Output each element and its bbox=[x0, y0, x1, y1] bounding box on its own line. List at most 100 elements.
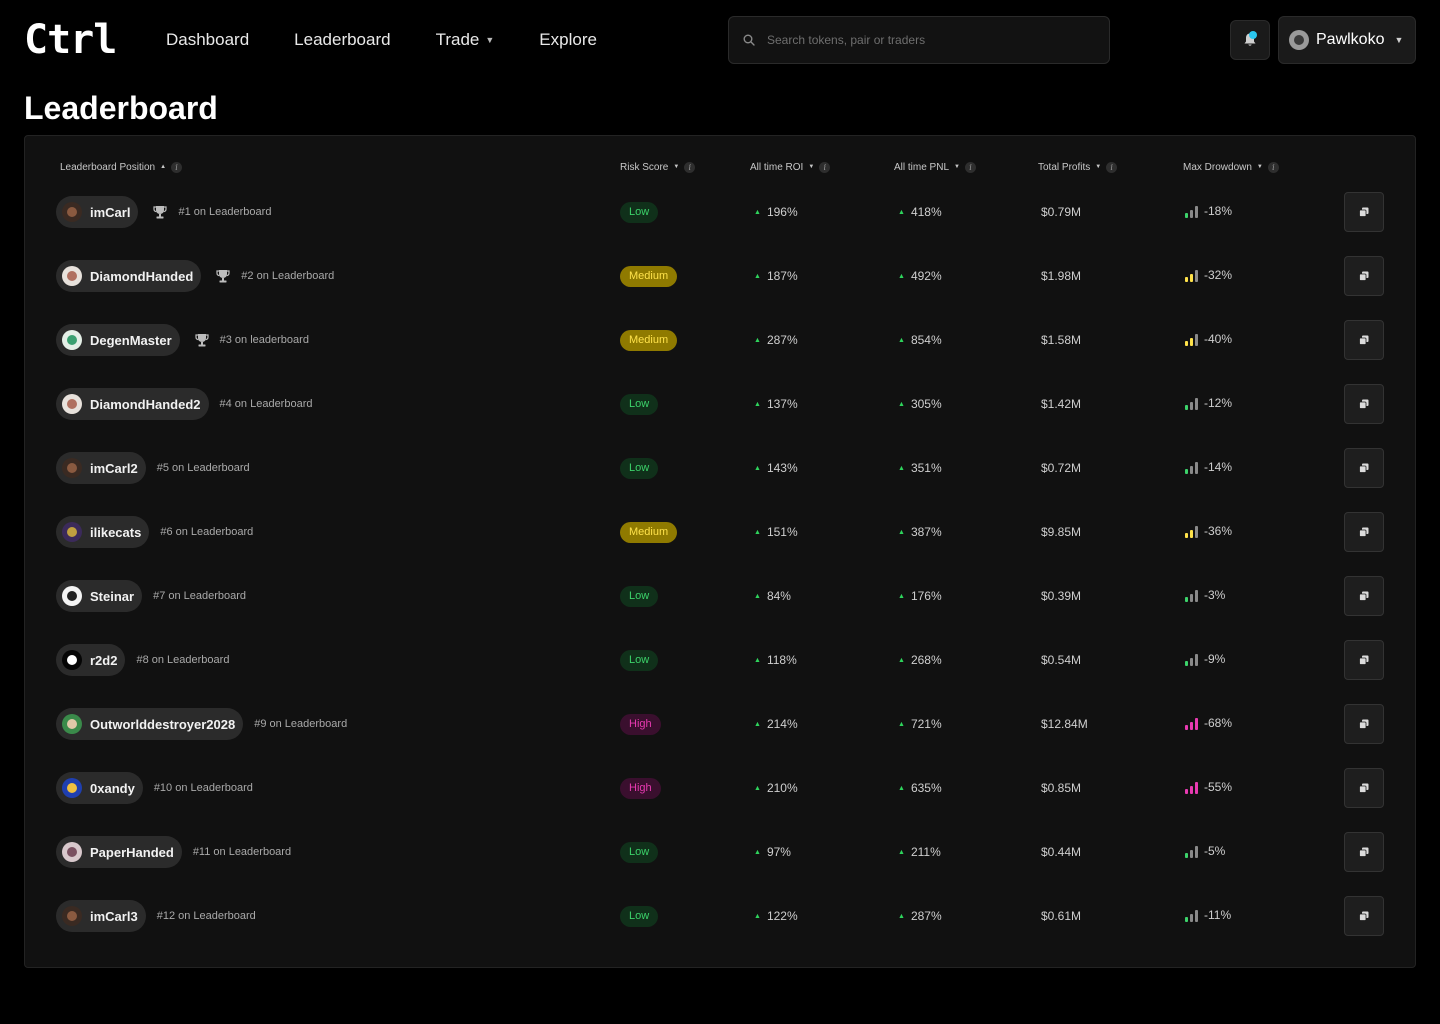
info-icon[interactable]: i bbox=[819, 161, 831, 173]
drawdown-cell: -40% bbox=[1185, 332, 1232, 346]
pnl-cell: ▲ 287% bbox=[898, 909, 942, 923]
table-row[interactable]: DiamondHanded2 #4 on Leaderboard Low ▲ 137% ▲… bbox=[25, 384, 1417, 424]
rank-label: #1 on Leaderboard bbox=[178, 206, 272, 218]
copy-icon bbox=[1359, 527, 1369, 537]
trader-chip[interactable]: r2d2 bbox=[56, 644, 126, 676]
nav-trade-label: Trade bbox=[435, 30, 480, 49]
nav-explore[interactable]: Explore bbox=[539, 28, 597, 52]
rank-label: #9 on Leaderboard bbox=[254, 718, 348, 730]
pnl-cell: ▲ 351% bbox=[898, 461, 942, 475]
rank-label: #10 on Leaderboard bbox=[153, 782, 253, 794]
pnl-cell: ▲ 492% bbox=[898, 269, 942, 283]
profits-value: $12.84M bbox=[1041, 717, 1088, 731]
profits-value: $1.58M bbox=[1041, 333, 1082, 347]
profits-value: $0.85M bbox=[1041, 781, 1082, 795]
trader-avatar bbox=[62, 906, 82, 926]
position-cell: Steinar #7 on Leaderboard bbox=[56, 576, 246, 616]
table-row[interactable]: PaperHanded #11 on Leaderboard Low ▲ 97% ▲ 211… bbox=[25, 832, 1417, 872]
arrow-up-icon: ▲ bbox=[754, 720, 761, 728]
arrow-up-icon: ▲ bbox=[754, 912, 761, 920]
arrow-up-icon: ▲ bbox=[754, 464, 761, 472]
drawdown-value: -55% bbox=[1204, 780, 1233, 794]
header-max-drawdown[interactable]: Max Drowdown ▼ i bbox=[1183, 160, 1279, 174]
trader-chip[interactable]: 0xandy bbox=[56, 772, 143, 804]
trader-chip[interactable]: PaperHanded bbox=[56, 836, 182, 868]
position-cell: imCarl #1 on Leaderboard bbox=[56, 192, 271, 232]
header-label: Total Profits bbox=[1038, 161, 1091, 173]
info-icon[interactable]: i bbox=[171, 161, 183, 173]
trader-chip[interactable]: Outworlddestroyer2028 bbox=[56, 708, 244, 740]
copy-icon bbox=[1359, 847, 1369, 857]
trader-chip[interactable]: Steinar bbox=[56, 580, 143, 612]
table-row[interactable]: imCarl3 #12 on Leaderboard Low ▲ 122% ▲ 287% $0… bbox=[25, 896, 1417, 936]
chevron-down-icon: ▼ bbox=[485, 35, 495, 45]
nav-trade[interactable]: Trade ▼ bbox=[436, 28, 495, 52]
rank-label: #5 on Leaderboard bbox=[156, 462, 250, 474]
profits-value: $0.79M bbox=[1041, 205, 1082, 219]
trader-chip[interactable]: imCarl bbox=[56, 196, 139, 228]
table-row[interactable]: 0xandy #10 on Leaderboard High ▲ 210% ▲ 635% $0… bbox=[25, 768, 1417, 808]
trader-chip[interactable]: DiamondHanded bbox=[56, 260, 202, 292]
header-total-profits[interactable]: Total Profits ▼ i bbox=[1038, 160, 1118, 174]
table-row[interactable]: r2d2 #8 on Leaderboard Low ▲ 118% ▲ 268% $0.54M… bbox=[25, 640, 1417, 680]
copy-trader-button[interactable] bbox=[1344, 192, 1384, 232]
trader-chip[interactable]: imCarl3 bbox=[56, 900, 146, 932]
copy-trader-button[interactable] bbox=[1344, 384, 1384, 424]
position-cell: imCarl2 #5 on Leaderboard bbox=[56, 448, 250, 488]
copy-trader-button[interactable] bbox=[1344, 512, 1384, 552]
copy-trader-button[interactable] bbox=[1344, 320, 1384, 360]
copy-trader-button[interactable] bbox=[1344, 832, 1384, 872]
search-input[interactable] bbox=[767, 33, 1087, 47]
table-row[interactable]: DegenMaster #3 on leaderboard Medium ▲ 287% ▲… bbox=[25, 320, 1417, 360]
info-icon[interactable]: i bbox=[1267, 161, 1279, 173]
roi-cell: ▲ 118% bbox=[754, 653, 797, 667]
header-label: All time ROI bbox=[750, 161, 804, 173]
table-row[interactable]: imCarl2 #5 on Leaderboard Low ▲ 143% ▲ 351% $0.… bbox=[25, 448, 1417, 488]
roi-value: 137% bbox=[766, 397, 798, 411]
risk-badge: Medium bbox=[620, 522, 678, 543]
trader-name: Outworlddestroyer2028 bbox=[90, 716, 236, 732]
nav-leaderboard[interactable]: Leaderboard bbox=[294, 28, 390, 52]
table-row[interactable]: imCarl #1 on Leaderboard Low ▲ 196% ▲ 418% $0.7… bbox=[25, 192, 1417, 232]
header-all-time-pnl[interactable]: All time PNL ▼ i bbox=[894, 160, 976, 174]
notifications-button[interactable] bbox=[1230, 20, 1270, 60]
trader-chip[interactable]: imCarl2 bbox=[56, 452, 146, 484]
copy-trader-button[interactable] bbox=[1344, 768, 1384, 808]
header-leaderboard-position[interactable]: Leaderboard Position ▲ i bbox=[60, 160, 183, 174]
copy-icon bbox=[1359, 911, 1369, 921]
trader-chip[interactable]: ilikecats bbox=[56, 516, 150, 548]
roi-cell: ▲ 122% bbox=[754, 909, 798, 923]
copy-trader-button[interactable] bbox=[1344, 640, 1384, 680]
app-logo[interactable]: Ctrl bbox=[24, 20, 117, 60]
nav-leaderboard-label: Leaderboard bbox=[294, 30, 391, 49]
table-row[interactable]: ilikecats #6 on Leaderboard Medium ▲ 151% ▲ 38… bbox=[25, 512, 1417, 552]
copy-trader-button[interactable] bbox=[1344, 576, 1384, 616]
trader-avatar bbox=[62, 330, 82, 350]
table-row[interactable]: DiamondHanded #2 on Leaderboard Medium ▲ 187… bbox=[25, 256, 1417, 296]
trader-chip[interactable]: DiamondHanded2 bbox=[56, 388, 209, 420]
copy-trader-button[interactable] bbox=[1344, 448, 1384, 488]
user-menu-button[interactable]: Pawlkoko ▼ bbox=[1278, 16, 1416, 64]
drawdown-bars-icon bbox=[1185, 653, 1200, 666]
info-icon[interactable]: i bbox=[684, 161, 696, 173]
info-icon[interactable]: i bbox=[964, 161, 976, 173]
copy-trader-button[interactable] bbox=[1344, 896, 1384, 936]
trader-chip[interactable]: DegenMaster bbox=[56, 324, 180, 356]
header-all-time-roi[interactable]: All time ROI ▼ i bbox=[750, 160, 831, 174]
info-icon[interactable]: i bbox=[1106, 161, 1118, 173]
user-name: Pawlkoko bbox=[1316, 31, 1385, 48]
arrow-up-icon: ▲ bbox=[898, 208, 905, 216]
roi-value: 187% bbox=[766, 269, 798, 283]
roi-value: 151% bbox=[766, 525, 798, 539]
header-risk-score[interactable]: Risk Score ▼ i bbox=[620, 160, 696, 174]
page-title: Leaderboard bbox=[24, 90, 218, 126]
trader-name: imCarl bbox=[90, 204, 131, 220]
table-row[interactable]: Outworlddestroyer2028 #9 on Leaderboard Hi… bbox=[25, 704, 1417, 744]
trader-name: PaperHanded bbox=[90, 844, 174, 860]
rank-label: #4 on Leaderboard bbox=[219, 398, 313, 410]
nav-dashboard[interactable]: Dashboard bbox=[166, 28, 249, 52]
copy-trader-button[interactable] bbox=[1344, 256, 1384, 296]
arrow-up-icon: ▲ bbox=[898, 592, 905, 600]
copy-trader-button[interactable] bbox=[1344, 704, 1384, 744]
table-row[interactable]: Steinar #7 on Leaderboard Low ▲ 84% ▲ 176% $0.3… bbox=[25, 576, 1417, 616]
